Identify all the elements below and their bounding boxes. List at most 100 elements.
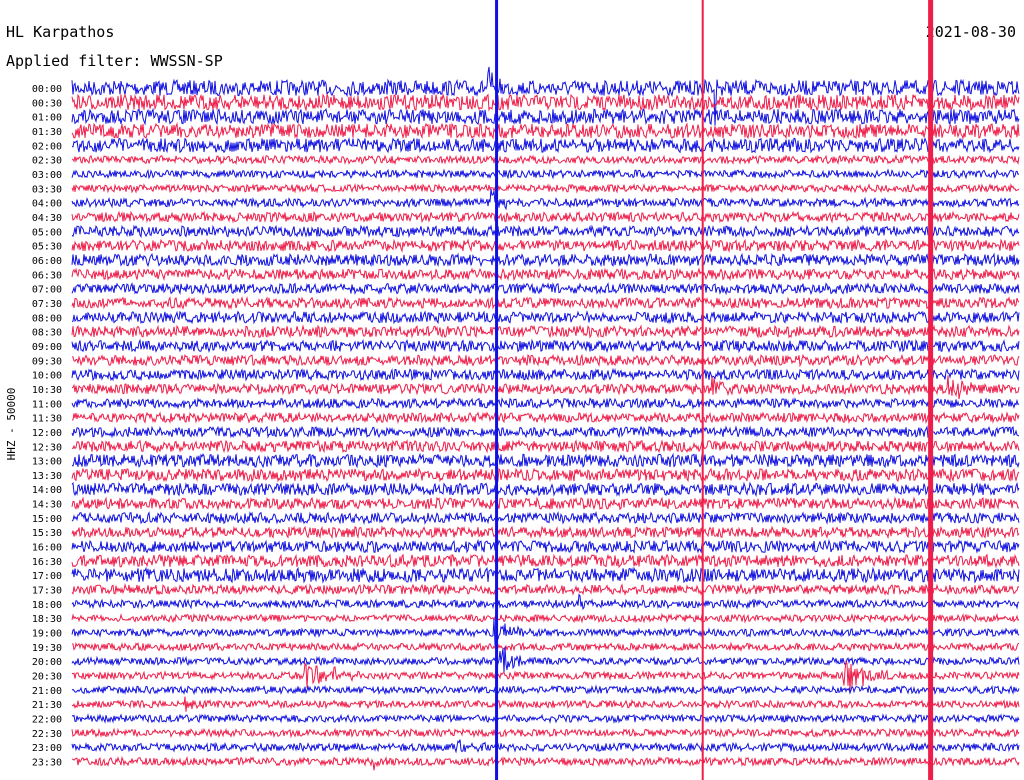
trace-rows	[71, 0, 1020, 780]
trace-row-1230	[71, 439, 1020, 454]
time-label-0400: 04:00	[32, 199, 62, 210]
time-label-0500: 05:00	[32, 227, 62, 238]
trace-row-1130	[71, 411, 1020, 425]
time-label-0800: 08:00	[32, 313, 62, 324]
trace-row-0130	[71, 121, 1020, 140]
time-label-2230: 22:30	[32, 729, 62, 740]
time-label-0630: 06:30	[32, 270, 62, 281]
time-label-1400: 14:00	[32, 485, 62, 496]
trace-row-0630	[71, 267, 1020, 282]
trace-row-0100	[71, 107, 1020, 126]
trace-row-1300	[71, 452, 1020, 469]
time-label-0230: 02:30	[32, 156, 62, 167]
channel-label: HHZ - 50000	[5, 388, 18, 461]
time-label-1630: 16:30	[32, 557, 62, 568]
time-label-0730: 07:30	[32, 299, 62, 310]
time-label-0100: 01:00	[32, 113, 62, 124]
time-label-1500: 15:00	[32, 514, 62, 525]
time-label-2100: 21:00	[32, 686, 62, 697]
helicorder-plot: HL Karpathos Applied filter: WWSSN-SP 20…	[5, 0, 1020, 780]
time-label-0930: 09:30	[32, 356, 62, 367]
time-label-1600: 16:00	[32, 543, 62, 554]
time-label-0530: 05:30	[32, 242, 62, 253]
trace-row-1700	[71, 566, 1020, 584]
time-label-1330: 13:30	[32, 471, 62, 482]
time-label-1100: 11:00	[32, 399, 62, 410]
time-label-0000: 00:00	[32, 84, 62, 95]
time-label-1430: 14:30	[32, 500, 62, 511]
time-label-1730: 17:30	[32, 586, 62, 597]
trace-row-1400	[71, 481, 1020, 498]
time-label-1300: 13:00	[32, 457, 62, 468]
trace-row-1430	[71, 496, 1020, 511]
trace-row-1330	[71, 467, 1020, 483]
trace-row-0330	[71, 182, 1020, 194]
time-label-2000: 20:00	[32, 657, 62, 668]
time-tick-labels: 00:00 00:30 01:00 01:30 02:00 02:30 03:00 03:30…	[32, 84, 62, 769]
trace-row-0600	[71, 252, 1020, 268]
trace-row-0700	[71, 282, 1020, 296]
date-label: 2021-08-30	[926, 23, 1016, 41]
trace-row-0400	[71, 188, 1020, 211]
trace-row-0900	[71, 338, 1020, 354]
time-label-1830: 18:30	[32, 614, 62, 625]
trace-row-1630	[71, 553, 1020, 569]
trace-row-2330	[71, 755, 1020, 771]
time-label-0830: 08:30	[32, 328, 62, 339]
time-label-0330: 03:30	[32, 184, 62, 195]
station-title: HL Karpathos	[6, 23, 114, 41]
trace-row-1930	[71, 641, 1020, 653]
trace-row-0930	[72, 353, 1020, 368]
trace-row-0200	[71, 136, 1020, 154]
trace-row-2130	[71, 696, 1020, 712]
trace-row-1830	[71, 612, 1020, 624]
trace-row-0530	[71, 238, 1020, 253]
time-label-0030: 00:30	[32, 98, 62, 109]
time-label-2030: 20:30	[32, 672, 62, 683]
time-label-1030: 10:30	[32, 385, 62, 396]
time-label-0200: 02:00	[32, 141, 62, 152]
time-label-2200: 22:00	[32, 715, 62, 726]
trace-row-1600	[71, 538, 1020, 554]
time-label-1230: 12:30	[32, 442, 62, 453]
trace-row-0430	[71, 210, 1020, 224]
time-label-0300: 03:00	[32, 170, 62, 181]
time-label-1000: 10:00	[32, 371, 62, 382]
trace-row-1530	[71, 525, 1020, 540]
time-label-0900: 09:00	[32, 342, 62, 353]
time-label-1930: 19:30	[32, 643, 62, 654]
trace-row-1800	[71, 593, 1020, 611]
time-label-1200: 12:00	[32, 428, 62, 439]
trace-row-1000	[71, 367, 1020, 382]
trace-row-1730	[71, 582, 1020, 596]
time-label-0700: 07:00	[32, 285, 62, 296]
trace-row-2100	[71, 684, 1020, 696]
trace-row-0030	[71, 93, 1020, 112]
trace-row-1100	[71, 396, 1020, 410]
trace-row-0230	[71, 154, 1020, 166]
time-label-1800: 18:00	[32, 600, 62, 611]
filter-label: Applied filter: WWSSN-SP	[6, 52, 223, 70]
time-label-1530: 15:30	[32, 528, 62, 539]
trace-row-2000	[71, 646, 1020, 673]
time-label-1130: 11:30	[32, 414, 62, 425]
time-label-2130: 21:30	[32, 700, 62, 711]
trace-row-0800	[71, 310, 1020, 325]
time-label-2330: 23:30	[32, 758, 62, 769]
trace-row-0730	[71, 296, 1020, 310]
time-label-0430: 04:30	[32, 213, 62, 224]
time-label-2300: 23:00	[32, 743, 62, 754]
time-label-1900: 19:00	[32, 629, 62, 640]
trace-row-2230	[71, 727, 1020, 739]
trace-row-1200	[71, 425, 1020, 439]
time-label-0600: 06:00	[32, 256, 62, 267]
trace-row-1500	[71, 510, 1020, 525]
trace-row-0830	[71, 324, 1020, 339]
trace-row-0500	[71, 224, 1020, 239]
trace-row-2200	[71, 713, 1020, 724]
trace-row-0300	[71, 168, 1020, 180]
trace-row-1900	[71, 619, 1020, 648]
time-label-0130: 01:30	[32, 127, 62, 138]
time-label-1700: 17:00	[32, 571, 62, 582]
trace-row-2300	[71, 739, 1020, 754]
